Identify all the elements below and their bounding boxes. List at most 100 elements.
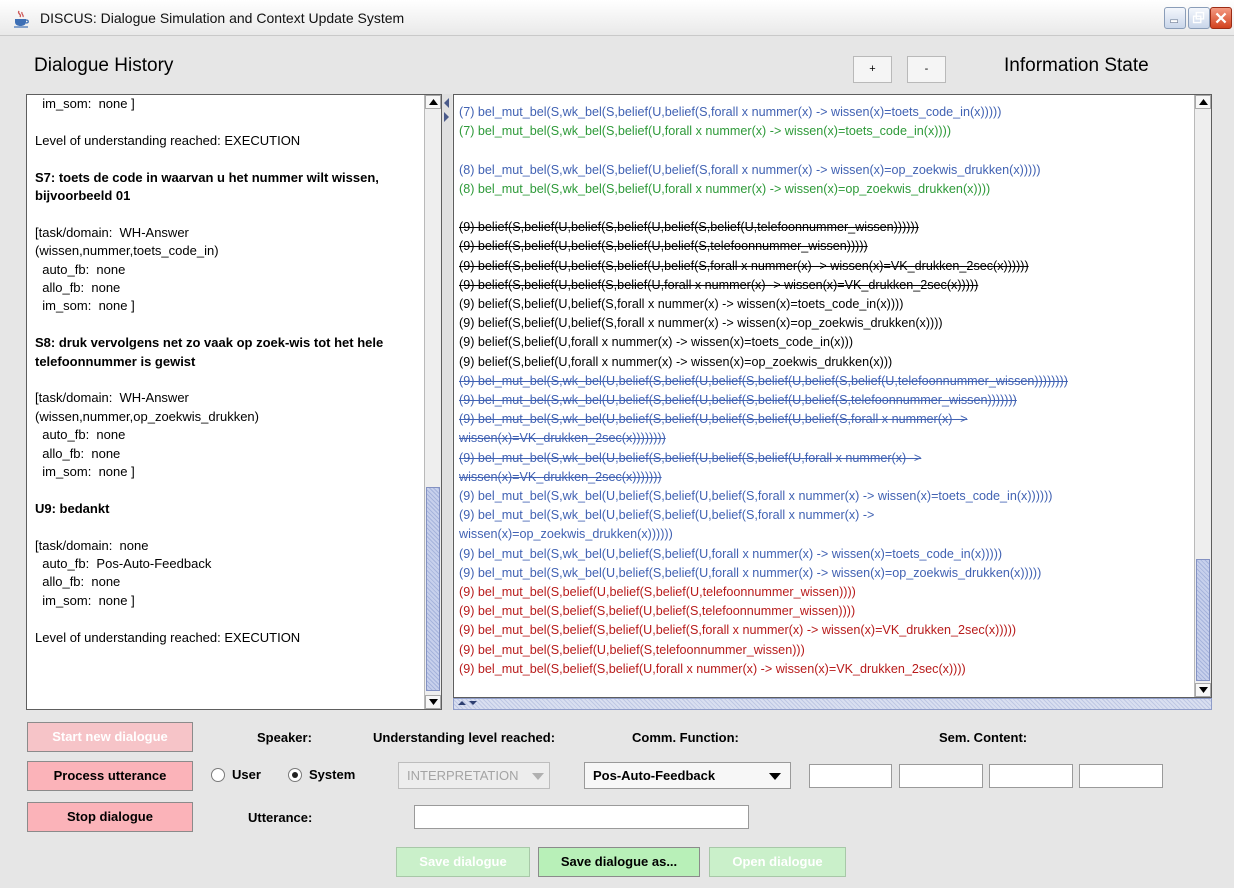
- history-line: Level of understanding reached: EXECUTIO…: [35, 629, 301, 645]
- info-state-line: (9) bel_mut_bel(S,belief(S,belief(U,beli…: [459, 604, 856, 619]
- scroll-down-arrow[interactable]: [1195, 683, 1211, 697]
- restore-icon: [1192, 11, 1205, 24]
- info-state-line: (9) bel_mut_bel(S,belief(U,belief(S,tele…: [459, 642, 805, 657]
- info-state-line: (9) belief(S,belief(U,forall x nummer(x)…: [459, 354, 893, 369]
- arrows-icon: [458, 701, 477, 705]
- history-scrollbar[interactable]: [424, 95, 441, 709]
- save-dialogue-button[interactable]: Save dialogue: [396, 847, 530, 877]
- scroll-thumb[interactable]: [426, 487, 440, 691]
- history-blank-line: [35, 205, 425, 223]
- understanding-level-value: INTERPRETATION: [407, 768, 519, 783]
- history-line: allo_fb: none: [35, 574, 121, 590]
- sem-content-label: Sem. Content:: [939, 730, 1028, 745]
- history-line: auto_fb: none: [35, 427, 126, 443]
- scroll-up-arrow[interactable]: [425, 95, 441, 109]
- speaker-user-radio[interactable]: [211, 768, 225, 782]
- sem-content-field-4[interactable]: [1079, 764, 1163, 788]
- collapse-right-icon[interactable]: [444, 112, 449, 122]
- information-state-heading: Information State: [1004, 55, 1149, 76]
- history-blank-line: [35, 610, 425, 628]
- info-state-line: (9) bel_mut_bel(S,wk_bel(U,belief(S,beli…: [459, 489, 1053, 504]
- history-line: allo_fb: none: [35, 280, 121, 296]
- arrow-up-icon: [429, 99, 438, 105]
- minimize-icon: [1170, 19, 1178, 23]
- history-utterance: S7: toets de code in waarvan u het numme…: [35, 169, 379, 203]
- information-state-panel[interactable]: (7) bel_mut_bel(S,wk_bel(S,belief(U,beli…: [453, 94, 1212, 698]
- history-line: im_som: none ]: [35, 464, 135, 480]
- info-state-line: (9) bel_mut_bel(S,belief(S,belief(U,fora…: [459, 661, 966, 676]
- history-line: Level of understanding reached: EXECUTIO…: [35, 132, 301, 148]
- info-state-line: (9) belief(S,belief(U,belief(S,belief(U,…: [459, 220, 919, 235]
- chevron-down-icon: [769, 773, 781, 780]
- speaker-user-label[interactable]: User: [232, 767, 261, 782]
- info-state-line: (8) bel_mut_bel(S,wk_bel(S,belief(U,fora…: [459, 181, 991, 196]
- stop-dialogue-button[interactable]: Stop dialogue: [27, 802, 193, 832]
- info-state-line: (9) bel_mut_bel(S,wk_bel(U,belief(S,beli…: [459, 393, 1017, 408]
- history-blank-line: [35, 518, 425, 536]
- info-state-line: (9) bel_mut_bel(S,wk_bel(U,belief(S,beli…: [459, 373, 1068, 388]
- info-state-line: (9) belief(S,belief(U,belief(S,belief(U,…: [459, 239, 868, 254]
- info-state-line: (9) belief(S,belief(U,belief(S,belief(U,…: [459, 258, 1029, 273]
- open-dialogue-button[interactable]: Open dialogue: [709, 847, 846, 877]
- comm-function-value: Pos-Auto-Feedback: [593, 768, 716, 783]
- chevron-down-icon: [532, 773, 544, 780]
- history-blank-line: [35, 481, 425, 499]
- history-line: allo_fb: none: [35, 445, 121, 461]
- history-utterance: U9: bedankt: [35, 500, 110, 516]
- close-button[interactable]: [1210, 7, 1232, 29]
- sem-content-field-1[interactable]: [809, 764, 892, 788]
- radio-selected-dot: [292, 772, 298, 778]
- history-line: [task/domain: WH-Answer: [35, 390, 189, 406]
- info-horizontal-scrollbar[interactable]: [453, 698, 1212, 710]
- history-line: im_som: none ]: [35, 96, 135, 111]
- zoom-in-button[interactable]: +: [853, 56, 892, 83]
- history-blank-line: [35, 316, 425, 334]
- java-cup-icon: [14, 10, 29, 28]
- speaker-label: Speaker:: [257, 730, 312, 745]
- info-state-line: (9) bel_mut_bel(S,wk_bel(U,belief(S,beli…: [459, 508, 875, 523]
- history-line: [task/domain: none: [35, 537, 149, 553]
- info-blank-line: [459, 141, 1189, 160]
- close-icon: [1215, 12, 1227, 24]
- history-blank-line: [35, 150, 425, 168]
- history-line: (wissen,nummer,toets_code_in): [35, 243, 219, 259]
- maximize-button[interactable]: [1188, 7, 1210, 29]
- zoom-out-button[interactable]: -: [907, 56, 946, 83]
- info-state-line: (9) belief(S,belief(U,belief(S,belief(U,…: [459, 277, 979, 292]
- history-line: im_som: none ]: [35, 298, 135, 314]
- history-blank-line: [35, 113, 425, 131]
- title-bar: DISCUS: Dialogue Simulation and Context …: [0, 0, 1234, 36]
- info-state-line: (9) belief(S,belief(U,belief(S,forall x …: [459, 297, 904, 311]
- collapse-left-icon[interactable]: [444, 98, 449, 108]
- start-new-dialogue-button[interactable]: Start new dialogue: [27, 722, 193, 752]
- window-title: DISCUS: Dialogue Simulation and Context …: [40, 10, 405, 26]
- history-utterance: S8: druk vervolgens net zo vaak op zoek-…: [35, 335, 384, 369]
- sem-content-field-2[interactable]: [899, 764, 983, 788]
- info-scrollbar[interactable]: [1194, 95, 1211, 697]
- comm-function-label: Comm. Function:: [632, 730, 739, 745]
- split-pane-divider[interactable]: [442, 94, 452, 710]
- save-dialogue-as-button[interactable]: Save dialogue as...: [538, 847, 700, 877]
- comm-function-select[interactable]: Pos-Auto-Feedback: [584, 762, 791, 789]
- dialogue-history-panel[interactable]: im_som: none ] Level of understanding rea…: [26, 94, 442, 710]
- arrow-down-icon: [429, 699, 438, 705]
- history-line: im_som: none ]: [35, 592, 135, 608]
- arrow-down-icon: [1199, 687, 1208, 693]
- history-line: auto_fb: Pos-Auto-Feedback: [35, 556, 212, 572]
- speaker-system-label[interactable]: System: [309, 767, 355, 782]
- info-state-line: (9) bel_mut_bel(S,belief(S,belief(U,beli…: [459, 623, 1017, 638]
- info-state-line: (8) bel_mut_bel(S,wk_bel(S,belief(U,beli…: [459, 162, 1041, 177]
- speaker-system-radio[interactable]: [288, 768, 302, 782]
- info-state-line: wissen(x)=VK_drukken_2sec(x))))))): [459, 469, 662, 484]
- scroll-thumb[interactable]: [1196, 559, 1210, 681]
- dialogue-history-heading: Dialogue History: [34, 55, 174, 76]
- scroll-up-arrow[interactable]: [1195, 95, 1211, 109]
- utterance-input[interactable]: [414, 805, 749, 829]
- history-line: (wissen,nummer,op_zoekwis_drukken): [35, 408, 259, 424]
- scroll-down-arrow[interactable]: [425, 695, 441, 709]
- information-state-text: (7) bel_mut_bel(S,wk_bel(S,belief(U,beli…: [459, 103, 1189, 679]
- minimize-button[interactable]: [1164, 7, 1186, 29]
- understanding-level-select[interactable]: INTERPRETATION: [398, 762, 550, 789]
- process-utterance-button[interactable]: Process utterance: [27, 761, 193, 791]
- sem-content-field-3[interactable]: [989, 764, 1073, 788]
